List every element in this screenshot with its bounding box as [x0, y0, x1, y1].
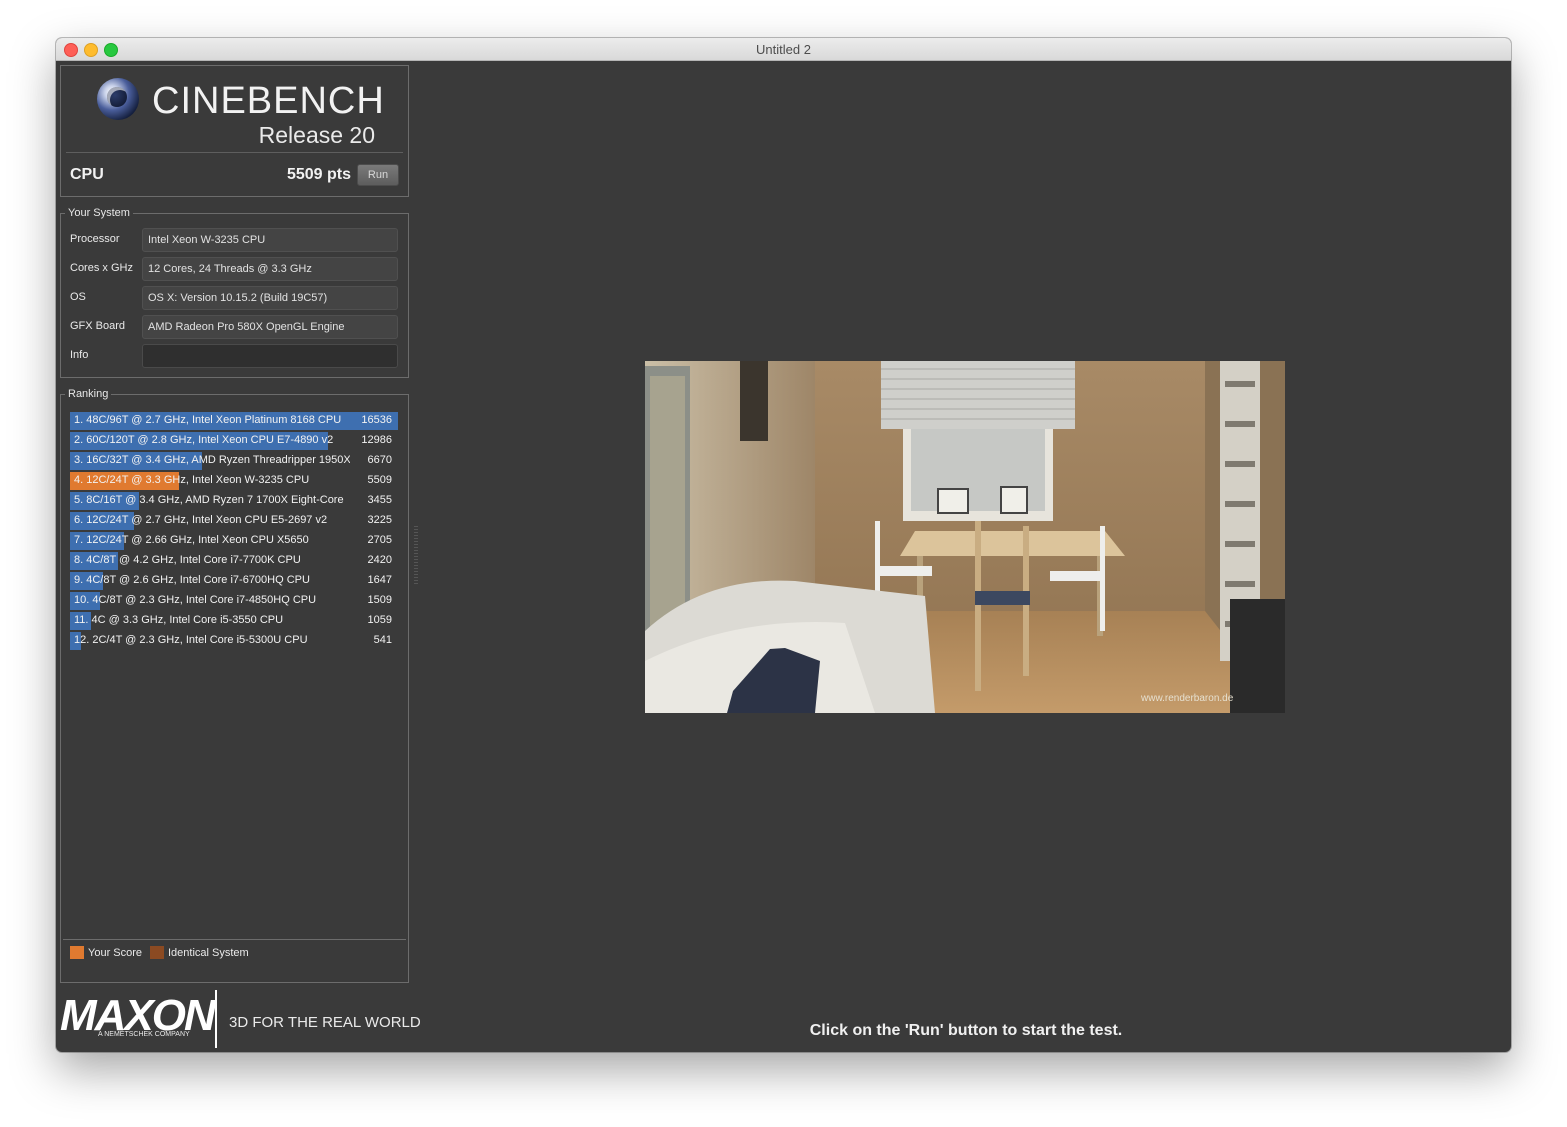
ranking-row[interactable]: 3. 16C/32T @ 3.4 GHz, AMD Ryzen Threadri…: [70, 451, 398, 471]
ranking-score: 541: [373, 634, 392, 646]
ranking-label: 4. 12C/24T @ 3.3 GHz, Intel Xeon W-3235 …: [74, 474, 310, 486]
maxon-tagline: 3D FOR THE REAL WORLD: [229, 1014, 421, 1031]
identical-system-label: Identical System: [168, 947, 249, 959]
window-title: Untitled 2: [756, 42, 811, 57]
cores-field[interactable]: 12 Cores, 24 Threads @ 3.3 GHz: [142, 257, 398, 281]
render-preview-image: www.renderbaron.de: [645, 361, 1285, 713]
header-panel: CINEBENCH Release 20 CPU 5509 pts Run: [60, 65, 409, 197]
app-logo-title: CINEBENCH: [152, 80, 385, 122]
status-message: Click on the 'Run' button to start the t…: [809, 1022, 1123, 1039]
ranking-row[interactable]: 11. 4C @ 3.3 GHz, Intel Core i5-3550 CPU…: [70, 611, 398, 631]
ranking-panel: Ranking 1. 48C/96T @ 2.7 GHz, Intel Xeon…: [60, 388, 409, 983]
cores-label: Cores x GHz: [70, 262, 133, 274]
ranking-row[interactable]: 12. 2C/4T @ 2.3 GHz, Intel Core i5-5300U…: [70, 631, 398, 651]
ranking-score: 3455: [367, 494, 392, 506]
os-field[interactable]: OS X: Version 10.15.2 (Build 19C57): [142, 286, 398, 310]
legend-identical-system: Identical System: [150, 946, 249, 959]
app-release-label: Release 20: [258, 122, 375, 148]
ranking-legend-divider: [63, 939, 406, 940]
ranking-label: 5. 8C/16T @ 3.4 GHz, AMD Ryzen 7 1700X E…: [74, 494, 344, 506]
ranking-row[interactable]: 5. 8C/16T @ 3.4 GHz, AMD Ryzen 7 1700X E…: [70, 491, 398, 511]
your-score-label: Your Score: [88, 947, 143, 959]
processor-field[interactable]: Intel Xeon W-3235 CPU: [142, 228, 398, 252]
system-row-gfx: GFX Board AMD Radeon Pro 580X OpenGL Eng…: [61, 315, 408, 339]
your-system-panel: Your System Processor Intel Xeon W-3235 …: [60, 207, 409, 378]
gfx-board-field[interactable]: AMD Radeon Pro 580X OpenGL Engine: [142, 315, 398, 339]
ranking-score: 16536: [361, 414, 392, 426]
cpu-label: CPU: [70, 166, 104, 183]
ranking-label: 12. 2C/4T @ 2.3 GHz, Intel Core i5-5300U…: [74, 634, 308, 646]
ranking-score: 1647: [367, 574, 392, 586]
ranking-label: 6. 12C/24T @ 2.7 GHz, Intel Xeon CPU E5-…: [74, 514, 328, 526]
your-score-swatch: [70, 946, 84, 959]
info-label: Info: [70, 349, 89, 361]
ranking-row[interactable]: 10. 4C/8T @ 2.3 GHz, Intel Core i7-4850H…: [70, 591, 398, 611]
ranking-row[interactable]: 6. 12C/24T @ 2.7 GHz, Intel Xeon CPU E5-…: [70, 511, 398, 531]
ranking-list: 1. 48C/96T @ 2.7 GHz, Intel Xeon Platinu…: [70, 411, 398, 651]
app-window: Untitled 2 CINEBENCH Release 20 CPU 5509…: [56, 38, 1511, 1052]
info-field[interactable]: [142, 344, 398, 368]
ranking-legend: Ranking: [65, 388, 112, 400]
header-divider: [66, 152, 403, 153]
ranking-label: 8. 4C/8T @ 4.2 GHz, Intel Core i7-7700K …: [74, 554, 301, 566]
cinebench-logo-icon: [97, 78, 139, 120]
system-row-info: Info: [61, 344, 408, 368]
ranking-row[interactable]: 4. 12C/24T @ 3.3 GHz, Intel Xeon W-3235 …: [70, 471, 398, 491]
legend-your-score: Your Score: [70, 946, 142, 959]
your-system-legend: Your System: [65, 207, 133, 219]
system-row-cores: Cores x GHz 12 Cores, 24 Threads @ 3.3 G…: [61, 257, 408, 281]
ranking-row[interactable]: 2. 60C/120T @ 2.8 GHz, Intel Xeon CPU E7…: [70, 431, 398, 451]
ranking-row[interactable]: 9. 4C/8T @ 2.6 GHz, Intel Core i7-6700HQ…: [70, 571, 398, 591]
cpu-score: 5509 pts: [286, 166, 351, 183]
ranking-label: 2. 60C/120T @ 2.8 GHz, Intel Xeon CPU E7…: [74, 434, 334, 446]
ranking-label: 11. 4C @ 3.3 GHz, Intel Core i5-3550 CPU: [74, 614, 284, 626]
ranking-score: 2420: [367, 554, 392, 566]
ranking-row[interactable]: 8. 4C/8T @ 4.2 GHz, Intel Core i7-7700K …: [70, 551, 398, 571]
ranking-score: 2705: [367, 534, 392, 546]
system-row-processor: Processor Intel Xeon W-3235 CPU: [61, 228, 408, 252]
title-bar: Untitled 2: [56, 38, 1511, 61]
ranking-label: 10. 4C/8T @ 2.3 GHz, Intel Core i7-4850H…: [74, 594, 317, 606]
gfx-board-label: GFX Board: [70, 320, 126, 332]
ranking-label: 9. 4C/8T @ 2.6 GHz, Intel Core i7-6700HQ…: [74, 574, 310, 586]
ranking-score: 5509: [367, 474, 392, 486]
ranking-score: 12986: [361, 434, 392, 446]
panel-splitter-handle[interactable]: [414, 526, 418, 586]
room-scene-illustration: www.renderbaron.de: [645, 361, 1285, 713]
processor-label: Processor: [70, 233, 120, 245]
os-label: OS: [70, 291, 86, 303]
ranking-score: 6670: [367, 454, 392, 466]
ranking-label: 7. 12C/24T @ 2.66 GHz, Intel Xeon CPU X5…: [74, 534, 309, 546]
ranking-row[interactable]: 1. 48C/96T @ 2.7 GHz, Intel Xeon Platinu…: [70, 411, 398, 431]
maxon-sublabel: A NEMETSCHEK COMPANY: [98, 1031, 190, 1038]
identical-system-swatch: [150, 946, 164, 959]
ranking-label: 1. 48C/96T @ 2.7 GHz, Intel Xeon Platinu…: [74, 414, 342, 426]
render-watermark: www.renderbaron.de: [1140, 693, 1234, 704]
system-row-os: OS OS X: Version 10.15.2 (Build 19C57): [61, 286, 408, 310]
ranking-score: 1059: [367, 614, 392, 626]
ranking-row[interactable]: 7. 12C/24T @ 2.66 GHz, Intel Xeon CPU X5…: [70, 531, 398, 551]
ranking-label: 3. 16C/32T @ 3.4 GHz, AMD Ryzen Threadri…: [74, 454, 350, 466]
maxon-divider: [215, 990, 217, 1048]
run-button[interactable]: Run: [357, 164, 399, 186]
ranking-score: 3225: [367, 514, 392, 526]
ranking-score: 1509: [367, 594, 392, 606]
